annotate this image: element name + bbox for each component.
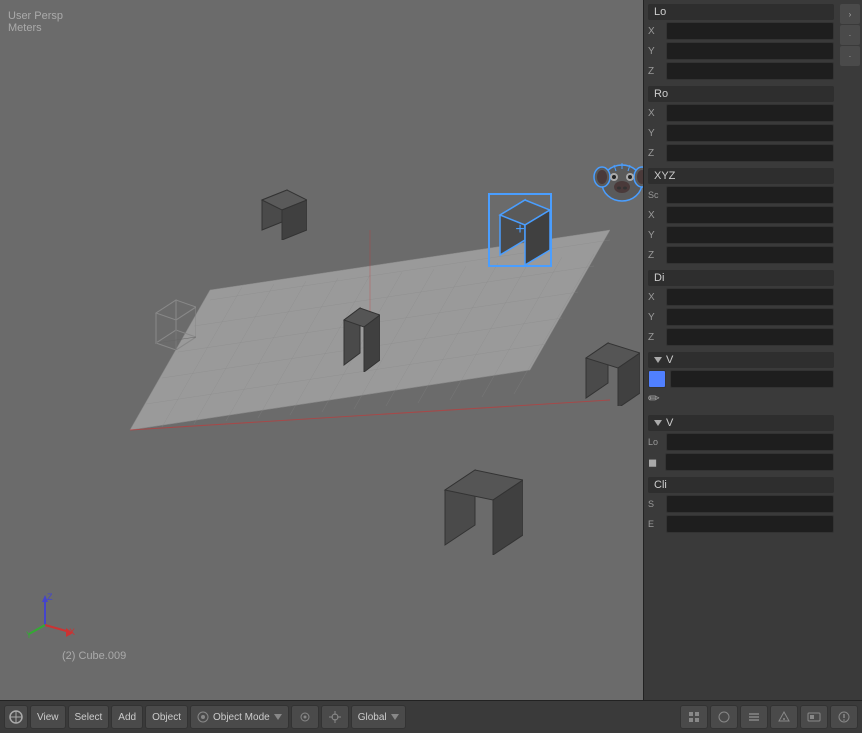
loc-x-field[interactable] — [666, 22, 834, 40]
scale-x-field[interactable] — [666, 206, 834, 224]
dim-z-field[interactable] — [666, 328, 834, 346]
clip-header: Cli — [648, 477, 834, 493]
visibility-section: V Lo ◼ — [648, 415, 834, 471]
loc-y-field[interactable] — [666, 42, 834, 60]
status-right-icon-5 — [807, 710, 821, 724]
status-bar: View Select Add Object Object Mode — [0, 700, 862, 733]
cube-bottom-large[interactable] — [435, 460, 523, 555]
svg-text:Y: Y — [26, 630, 32, 640]
color-section: V ✏ — [648, 352, 834, 407]
status-right-icon-6 — [837, 710, 851, 724]
n-panel: Lo X Y Z Ro X Y Z — [643, 0, 838, 700]
loc-z-field[interactable] — [666, 62, 834, 80]
vis-lo-field[interactable] — [666, 433, 834, 451]
rot-z-field[interactable] — [666, 144, 834, 162]
cube-top-left[interactable] — [252, 185, 307, 240]
status-mode-chevron-icon — [274, 714, 282, 720]
cube-icon: ◼ — [648, 456, 657, 469]
status-object-btn[interactable]: Object — [145, 705, 188, 729]
rot-y-field[interactable] — [666, 124, 834, 142]
location-section: Lo X Y Z — [648, 4, 834, 80]
status-global-btn[interactable]: Global — [351, 705, 406, 729]
clip-section: Cli S E — [648, 477, 834, 533]
scale-z-field[interactable] — [666, 246, 834, 264]
scale-field[interactable] — [666, 186, 834, 204]
axis-widget: Z X Y — [25, 590, 75, 640]
location-header: Lo — [648, 4, 834, 20]
rot-x-field[interactable] — [666, 104, 834, 122]
scale-section: XYZ Sc X Y Z — [648, 168, 834, 264]
status-right-4[interactable] — [770, 705, 798, 729]
scale-header: XYZ — [648, 168, 834, 184]
status-right-icon-1 — [687, 710, 701, 724]
dot-icon-btn[interactable] — [291, 705, 319, 729]
cube-center-grid[interactable] — [338, 300, 380, 372]
scene-icon-btn[interactable] — [4, 705, 28, 729]
object-name-label: (2) Cube.009 — [62, 650, 126, 662]
cube-small-left[interactable] — [148, 295, 196, 350]
color-field[interactable] — [670, 370, 834, 388]
scene-icon — [8, 709, 24, 725]
status-pivot-btn[interactable] — [321, 705, 349, 729]
collapse-icon[interactable] — [654, 357, 662, 363]
view-units-label: Meters — [8, 22, 42, 34]
dim-x-field[interactable] — [666, 288, 834, 306]
dimensions-section: Di X Y Z — [648, 270, 834, 346]
sidebar-icon-2[interactable]: · — [840, 25, 860, 45]
status-right-5[interactable] — [800, 705, 828, 729]
collapse-icon-2[interactable] — [654, 420, 662, 426]
status-right-icon-2 — [717, 710, 731, 724]
svg-text:X: X — [69, 627, 75, 637]
status-global-chevron-icon — [391, 714, 399, 720]
status-right-2[interactable] — [710, 705, 738, 729]
dimensions-header: Di — [648, 270, 834, 286]
status-mode-icon — [197, 711, 209, 723]
status-mode-btn[interactable]: Object Mode — [190, 705, 289, 729]
rotation-header: Ro — [648, 86, 834, 102]
status-right-6[interactable] — [830, 705, 858, 729]
color-swatch[interactable] — [648, 370, 666, 388]
rotation-section: Ro X Y Z — [648, 86, 834, 162]
visibility-header: V — [648, 415, 834, 431]
status-pivot-icon — [328, 710, 342, 724]
view-perspective-label: User Persp — [8, 10, 63, 22]
status-add-btn[interactable]: Add — [111, 705, 143, 729]
status-view-btn[interactable]: View — [30, 705, 66, 729]
dot-icon — [298, 710, 312, 724]
status-right-1[interactable] — [680, 705, 708, 729]
dim-y-field[interactable] — [666, 308, 834, 326]
cube-right[interactable] — [578, 338, 640, 406]
color-header: V — [648, 352, 834, 368]
scale-y-field[interactable] — [666, 226, 834, 244]
vis-cube-field[interactable] — [665, 453, 834, 471]
right-sidebar: › · · — [838, 0, 862, 700]
status-right-3[interactable] — [740, 705, 768, 729]
svg-text:Z: Z — [47, 592, 53, 602]
status-right-icon-3 — [747, 710, 761, 724]
clip-e-field[interactable] — [666, 515, 834, 533]
sidebar-icon-1[interactable]: › — [840, 4, 860, 24]
cube-center-selected[interactable]: + — [490, 195, 550, 265]
pencil-icon[interactable]: ✏ — [648, 390, 660, 407]
status-right-icon-4 — [777, 710, 791, 724]
sidebar-icon-3[interactable]: · — [840, 46, 860, 66]
clip-s-field[interactable] — [666, 495, 834, 513]
status-select-btn[interactable]: Select — [68, 705, 110, 729]
